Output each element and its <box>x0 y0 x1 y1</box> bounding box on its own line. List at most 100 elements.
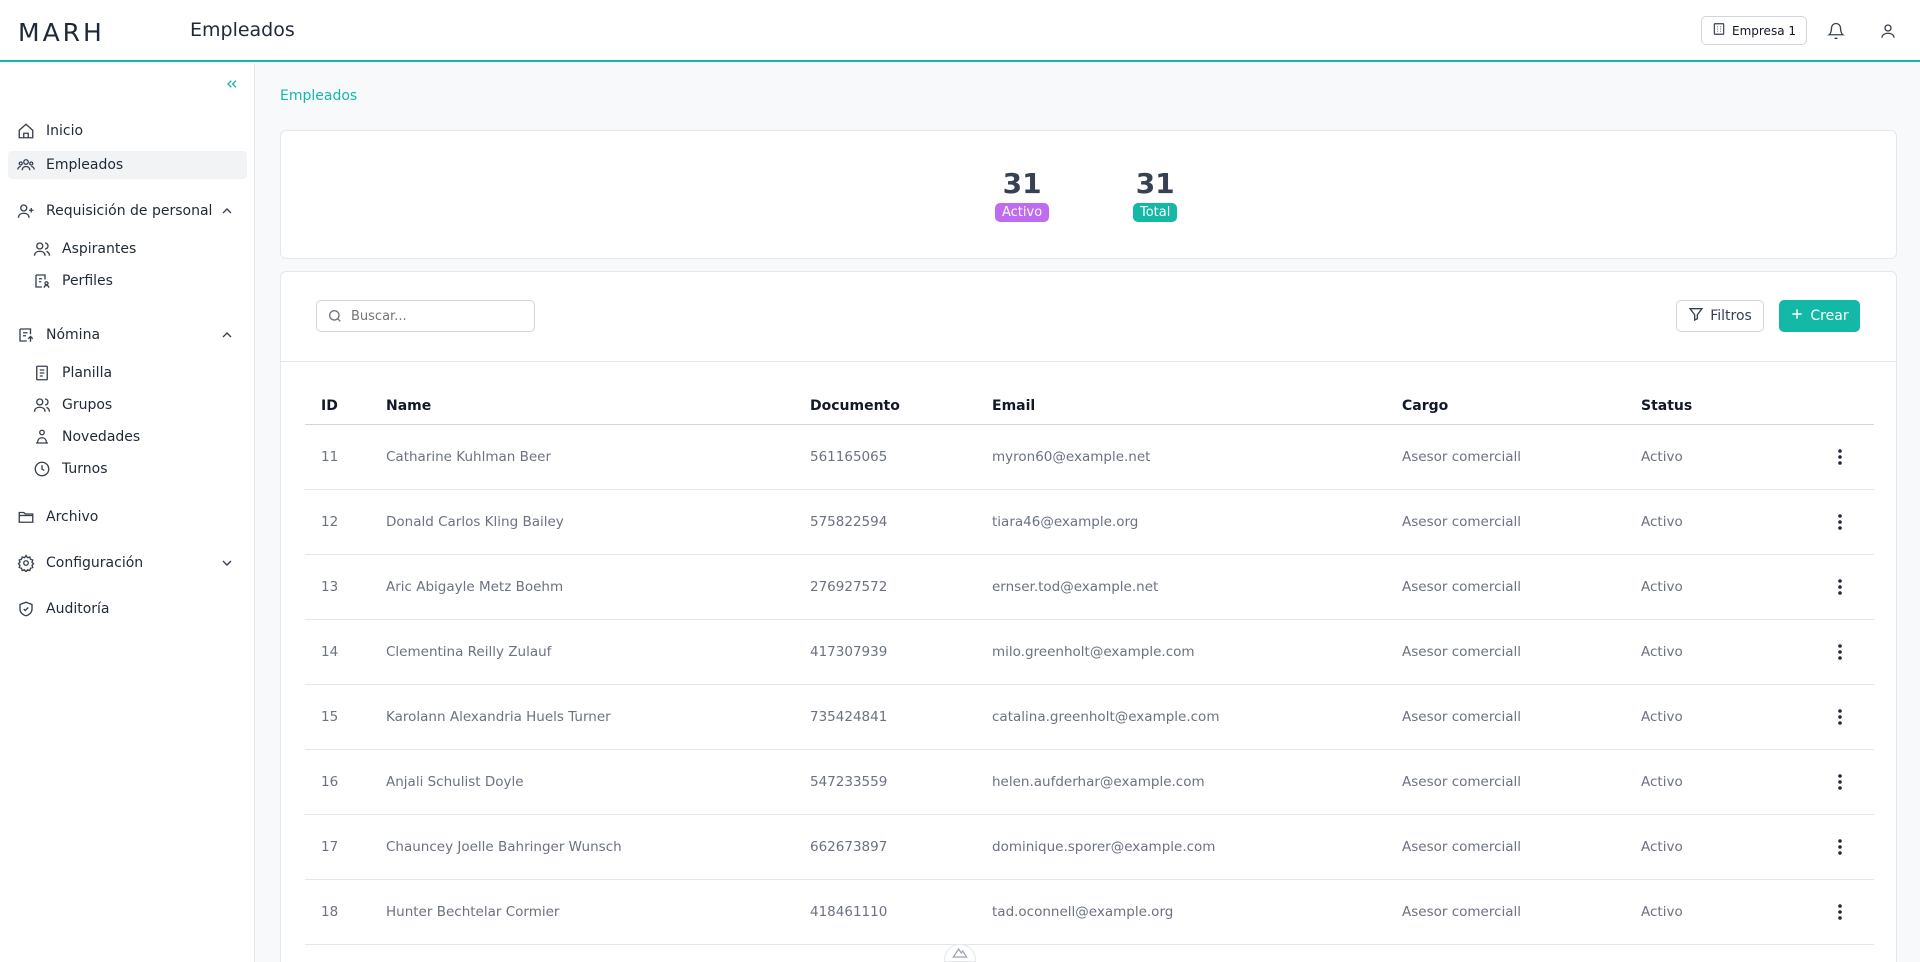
column-header-status[interactable]: Status <box>1641 388 1791 425</box>
more-vertical-icon[interactable] <box>1830 772 1850 792</box>
breadcrumb[interactable]: Empleados <box>280 88 357 104</box>
cell-status: Activo <box>1641 684 1791 750</box>
sidebar-item-empleados[interactable]: Empleados <box>8 151 247 179</box>
sidebar-item-label: Turnos <box>62 461 108 477</box>
person-hand-icon <box>32 427 52 447</box>
cell-actions <box>1791 814 1874 880</box>
chevron-up-icon[interactable] <box>219 203 235 219</box>
cell-email: milo.greenholt@example.com <box>992 619 1402 685</box>
cell-email: ernser.tod@example.net <box>992 554 1402 620</box>
cell-id: 16 <box>305 749 386 815</box>
payroll-icon <box>16 325 36 345</box>
column-header-actions <box>1791 388 1874 425</box>
column-header-id[interactable]: ID <box>305 388 386 425</box>
chevron-up-icon[interactable] <box>219 327 235 343</box>
sidebar-item-label: Requisición de personal <box>46 203 213 219</box>
more-vertical-icon[interactable] <box>1830 837 1850 857</box>
collapse-sidebar-icon[interactable] <box>224 76 240 92</box>
search-icon <box>327 307 345 325</box>
sidebar-item-label: Planilla <box>62 365 113 381</box>
more-vertical-icon[interactable] <box>1830 447 1850 467</box>
sidebar-item-aspirantes[interactable]: Aspirantes <box>24 235 247 263</box>
cell-documento: 735424841 <box>810 684 992 750</box>
filters-button[interactable]: Filtros <box>1676 300 1764 332</box>
users-icon <box>32 239 52 259</box>
user-icon[interactable] <box>1877 20 1899 42</box>
sidebar-item-perfiles[interactable]: Perfiles <box>24 267 247 295</box>
column-header-email[interactable]: Email <box>992 388 1402 425</box>
table-row[interactable]: 15 Karolann Alexandria Huels Turner 735424… <box>305 684 1874 750</box>
stat-total-value: 31 <box>1135 167 1175 200</box>
create-button[interactable]: Crear <box>1779 300 1860 332</box>
table-row[interactable]: 16 Anjali Schulist Doyle 547233559 helen.au… <box>305 749 1874 815</box>
column-header-cargo[interactable]: Cargo <box>1402 388 1641 425</box>
cell-email: tiara46@example.org <box>992 489 1402 555</box>
cell-name: Hunter Bechtelar Cormier <box>386 879 810 945</box>
sidebar-item-label: Configuración <box>46 555 144 571</box>
bell-icon[interactable] <box>1825 20 1847 42</box>
sidebar-item-nomina[interactable]: Nómina <box>8 321 247 349</box>
chevron-down-icon[interactable] <box>219 555 235 571</box>
sidebar-item-archivo[interactable]: Archivo <box>8 503 247 531</box>
more-vertical-icon[interactable] <box>1830 642 1850 662</box>
search-box[interactable] <box>316 300 535 332</box>
sidebar-item-inicio[interactable]: Inicio <box>8 117 247 145</box>
cell-actions <box>1791 554 1874 620</box>
company-label: Empresa 1 <box>1732 23 1796 38</box>
table-row[interactable]: 12 Donald Carlos Kling Bailey 575822594 tia… <box>305 489 1874 555</box>
cell-email: catalina.greenholt@example.com <box>992 684 1402 750</box>
sidebar-item-planilla[interactable]: Planilla <box>24 359 247 387</box>
shield-check-icon <box>16 599 36 619</box>
sidebar-item-label: Perfiles <box>62 273 113 289</box>
user-plus-icon <box>16 201 36 221</box>
cell-name: Karolann Alexandria Huels Turner <box>386 684 810 750</box>
cell-cargo: Asesor comerciall <box>1402 879 1641 945</box>
plus-icon <box>1790 307 1804 325</box>
more-vertical-icon[interactable] <box>1830 707 1850 727</box>
search-input[interactable] <box>351 308 521 324</box>
cell-actions <box>1791 424 1874 490</box>
cell-status: Activo <box>1641 749 1791 815</box>
cell-name: Clementina Reilly Zulauf <box>386 619 810 685</box>
table-row[interactable]: 11 Catharine Kuhlman Beer 561165065 myron60… <box>305 424 1874 490</box>
cell-status: Activo <box>1641 554 1791 620</box>
divider <box>281 361 1896 362</box>
table-row[interactable]: 13 Aric Abigayle Metz Boehm 276927572 ernse… <box>305 554 1874 620</box>
stat-active-badge: Activo <box>995 203 1050 222</box>
cell-documento: 561165065 <box>810 424 992 490</box>
company-selector-button[interactable]: Empresa 1 <box>1701 16 1807 45</box>
sidebar-item-novedades[interactable]: Novedades <box>24 423 247 451</box>
cell-id: 13 <box>305 554 386 620</box>
cell-name: Donald Carlos Kling Bailey <box>386 489 810 555</box>
stat-total-badge: Total <box>1133 203 1178 222</box>
cell-cargo: Asesor comerciall <box>1402 684 1641 750</box>
cell-documento: 547233559 <box>810 749 992 815</box>
cell-documento: 662673897 <box>810 814 992 880</box>
more-vertical-icon[interactable] <box>1830 512 1850 532</box>
filters-label: Filtros <box>1710 308 1752 324</box>
column-header-name[interactable]: Name <box>386 388 810 425</box>
sidebar-item-requisicion[interactable]: Requisición de personal <box>8 197 247 225</box>
cell-documento: 575822594 <box>810 489 992 555</box>
cell-documento: 417307939 <box>810 619 992 685</box>
sidebar-item-label: Auditoría <box>46 601 110 617</box>
users-icon <box>16 155 36 175</box>
table-row[interactable]: 14 Clementina Reilly Zulauf 417307939 milo.… <box>305 619 1874 685</box>
sidebar-item-grupos[interactable]: Grupos <box>24 391 247 419</box>
sidebar-item-auditoria[interactable]: Auditoría <box>8 595 247 623</box>
app-logo[interactable]: MARH <box>18 18 105 47</box>
cell-actions <box>1791 489 1874 555</box>
sidebar-item-configuracion[interactable]: Configuración <box>8 549 247 577</box>
sidebar-item-label: Novedades <box>62 429 141 445</box>
table-row[interactable]: 17 Chauncey Joelle Bahringer Wunsch 662673… <box>305 814 1874 880</box>
more-vertical-icon[interactable] <box>1830 902 1850 922</box>
cell-name: Aric Abigayle Metz Boehm <box>386 554 810 620</box>
column-header-documento[interactable]: Documento <box>810 388 992 425</box>
clock-icon <box>32 459 52 479</box>
table-row[interactable]: 18 Hunter Bechtelar Cormier 418461110 tad.o… <box>305 879 1874 945</box>
sidebar-item-turnos[interactable]: Turnos <box>24 455 247 483</box>
cell-name: Anjali Schulist Doyle <box>386 749 810 815</box>
cell-email: dominique.sporer@example.com <box>992 814 1402 880</box>
cell-status: Activo <box>1641 489 1791 555</box>
more-vertical-icon[interactable] <box>1830 577 1850 597</box>
